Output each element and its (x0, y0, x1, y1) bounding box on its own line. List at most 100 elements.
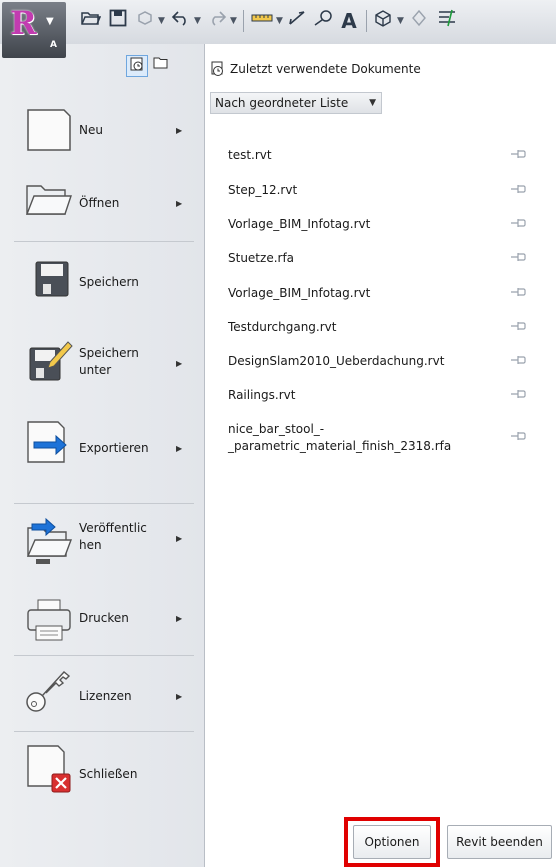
menu-item-open[interactable]: Öffnen ▶ (0, 168, 200, 240)
recent-file-row[interactable]: Step_12.rvt (225, 182, 547, 216)
submenu-arrow-icon: ▶ (176, 359, 183, 368)
pin-icon[interactable] (509, 182, 529, 196)
recent-file-name: Stuetze.rfa (228, 251, 295, 265)
sort-order-dropdown[interactable]: Nach geordneter Liste ▼ (210, 92, 382, 114)
recent-file-name: Testdurchgang.rvt (228, 320, 337, 334)
app-sub-letter: A (50, 40, 57, 50)
recent-file-row[interactable]: Vorlage_BIM_Infotag.rvt (225, 216, 547, 250)
sync-icon[interactable] (135, 9, 155, 33)
revit-logo-icon: R (10, 4, 37, 42)
chevron-down-icon: ▼ (369, 98, 376, 108)
recent-file-name: DesignSlam2010_Ueberdachung.rvt (228, 354, 445, 368)
recent-file-name: Vorlage_BIM_Infotag.rvt (228, 217, 371, 231)
recent-file-name: Step_12.rvt (228, 183, 298, 197)
submenu-arrow-icon: ▶ (176, 534, 183, 543)
recent-file-row[interactable]: nice_bar_stool_- _parametric_material_fi… (225, 421, 547, 465)
pin-icon[interactable] (509, 387, 529, 401)
recent-documents-toggle[interactable] (126, 55, 148, 77)
publish-icon (24, 516, 74, 564)
measure-icon[interactable] (250, 9, 274, 33)
3d-view-icon[interactable] (372, 9, 394, 33)
menu-divider (14, 241, 194, 242)
recent-file-name: Vorlage_BIM_Infotag.rvt (228, 286, 371, 300)
menu-divider (14, 655, 194, 656)
pin-icon[interactable] (509, 353, 529, 367)
menu-divider (14, 731, 194, 732)
chevron-down-icon[interactable]: ▼ (230, 9, 237, 33)
menu-item-label: Drucken (79, 611, 129, 625)
menu-item-label: Neu (79, 123, 103, 137)
open-folder-icon (24, 180, 74, 228)
recent-documents-title: Zuletzt verwendete Dokumente (230, 62, 421, 76)
toolbar-separator (243, 10, 244, 32)
application-menu-panel: Neu ▶ Öffnen ▶ Speichern Speichern unter… (0, 44, 205, 867)
printer-icon (24, 598, 74, 646)
menu-item-label-line1: Veröffentlic (79, 521, 147, 535)
pin-icon[interactable] (509, 147, 529, 161)
recent-file-row[interactable]: Stuetze.rfa (225, 250, 547, 284)
menu-divider (14, 503, 194, 504)
recent-file-name: Railings.rvt (228, 388, 296, 402)
menu-item-export[interactable]: Exportieren ▶ (0, 408, 200, 480)
menu-item-close[interactable]: Schließen (0, 736, 200, 808)
menu-item-new[interactable]: Neu ▶ (0, 96, 200, 168)
recent-documents-panel: Zuletzt verwendete Dokumente Nach geordn… (205, 44, 556, 867)
recent-file-row[interactable]: Vorlage_BIM_Infotag.rvt (225, 285, 547, 319)
menu-item-label-line1: Speichern (79, 346, 139, 360)
menu-item-label: Schließen (79, 767, 138, 781)
menu-item-licenses[interactable]: Lizenzen ▶ (0, 666, 200, 738)
section-icon[interactable] (408, 9, 430, 33)
chevron-down-icon: ▼ (46, 16, 54, 27)
new-document-icon (24, 106, 74, 154)
menu-item-save-as[interactable]: Speichern unter ▶ (0, 320, 200, 392)
submenu-arrow-icon: ▶ (176, 199, 183, 208)
thin-lines-icon[interactable] (436, 9, 458, 33)
export-icon (24, 418, 74, 466)
recent-file-row[interactable]: test.rvt (225, 147, 547, 181)
menu-item-save[interactable]: Speichern (0, 244, 200, 316)
menu-item-label: Exportieren (79, 441, 149, 455)
exit-revit-button[interactable]: Revit beenden (447, 825, 552, 859)
quick-access-toolbar: R ▼ A ▼ ▼ ▼ ▼ A ▼ (0, 0, 556, 58)
recent-file-name-line1: nice_bar_stool_- (228, 422, 325, 436)
text-icon[interactable]: A (338, 9, 360, 33)
menu-item-publish[interactable]: Veröffentlic hen ▶ (0, 510, 200, 582)
save-icon[interactable] (107, 9, 129, 33)
undo-icon[interactable] (170, 9, 192, 33)
menu-item-label-line2: hen (79, 538, 102, 552)
application-menu-button[interactable]: R ▼ A (2, 2, 66, 58)
pin-icon[interactable] (509, 285, 529, 299)
recent-file-row[interactable]: DesignSlam2010_Ueberdachung.rvt (225, 353, 547, 387)
recent-file-name: test.rvt (228, 148, 272, 162)
pin-icon[interactable] (509, 250, 529, 264)
tag-icon[interactable] (312, 9, 334, 33)
dimension-icon[interactable] (286, 9, 308, 33)
submenu-arrow-icon: ▶ (176, 692, 183, 701)
menu-item-label: Öffnen (79, 196, 120, 210)
chevron-down-icon[interactable]: ▼ (158, 9, 165, 33)
close-document-icon (24, 742, 74, 793)
recent-file-row[interactable]: Testdurchgang.rvt (225, 319, 547, 353)
menu-item-label: Speichern (79, 275, 139, 289)
pin-icon[interactable] (509, 319, 529, 333)
chevron-down-icon[interactable]: ▼ (397, 9, 404, 33)
toolbar-separator (366, 10, 367, 32)
menu-item-label-line2: unter (79, 363, 112, 377)
save-as-icon (24, 340, 74, 388)
pin-icon[interactable] (509, 429, 529, 443)
key-icon (24, 668, 74, 716)
menu-item-print[interactable]: Drucken ▶ (0, 596, 200, 668)
options-button[interactable]: Optionen (353, 825, 431, 859)
recent-file-row[interactable]: Railings.rvt (225, 387, 547, 421)
chevron-down-icon[interactable]: ▼ (276, 9, 283, 33)
recent-documents-icon (210, 61, 226, 77)
submenu-arrow-icon: ▶ (176, 444, 183, 453)
redo-icon[interactable] (206, 9, 228, 33)
submenu-arrow-icon: ▶ (176, 614, 183, 623)
pin-icon[interactable] (509, 216, 529, 230)
menu-item-label: Lizenzen (79, 689, 132, 703)
open-icon[interactable] (80, 9, 102, 33)
chevron-down-icon[interactable]: ▼ (194, 9, 201, 33)
submenu-arrow-icon: ▶ (176, 126, 183, 135)
open-documents-toggle[interactable] (150, 55, 172, 77)
